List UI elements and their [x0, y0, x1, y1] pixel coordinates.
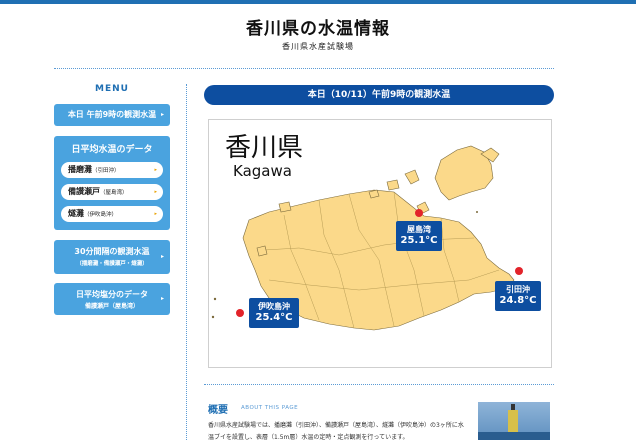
top-accent-bar	[0, 0, 636, 4]
menu-sub-label: 播磨灘	[68, 165, 92, 174]
site-title: 香川県の水温情報	[246, 19, 390, 39]
menu-interval-label: 30分間隔の観測水温	[74, 247, 150, 256]
station-temp: 25.1°C	[400, 235, 438, 246]
menu-salinity-button[interactable]: 日平均塩分のデータ 備讃瀬戸（屋島湾） ▸	[54, 283, 170, 315]
menu-interval-note: （播磨灘・備讃瀬戸・燧灘）	[76, 261, 148, 267]
station-tag-yashima: 屋島湾 25.1°C	[396, 221, 442, 251]
station-temp: 24.8°C	[499, 295, 537, 306]
menu-sub-label: 燧灘	[68, 209, 84, 218]
menu-sub-note: （屋島湾）	[100, 190, 128, 196]
about-heading-en: ABOUT THIS PAGE	[241, 405, 299, 411]
chevron-right-icon: ▸	[154, 211, 157, 217]
station-name: 引田沖	[506, 285, 530, 294]
menu-sub-label: 備讃瀬戸	[68, 187, 100, 196]
menu-sub-harima[interactable]: 播磨灘（引田沖） ▸	[61, 162, 163, 178]
menu-salinity-label: 日平均塩分のデータ	[76, 290, 148, 299]
menu-sub-bisan[interactable]: 備讃瀬戸（屋島湾） ▸	[61, 184, 163, 200]
map-title-en: Kagawa	[233, 162, 292, 180]
site-subtitle: 香川県水産試験場	[282, 42, 354, 51]
chevron-right-icon: ▸	[154, 167, 157, 173]
menu-today-observation-button[interactable]: 本日 午前9時の観測水温 ▸	[54, 104, 170, 126]
station-name: 伊吹島沖	[258, 302, 290, 311]
marker-hiketa	[515, 267, 523, 275]
section-divider	[204, 384, 554, 385]
menu-daily-average-group: 日平均水温のデータ 播磨灘（引田沖） ▸ 備讃瀬戸（屋島湾） ▸ 燧灘（伊吹島沖…	[54, 136, 170, 230]
menu-sub-note: （伊吹島沖）	[84, 212, 118, 218]
menu-sub-hiuchi[interactable]: 燧灘（伊吹島沖） ▸	[61, 206, 163, 222]
chevron-right-icon: ▸	[160, 295, 164, 302]
station-tag-ibuki: 伊吹島沖 25.4°C	[249, 298, 299, 328]
header-divider	[54, 68, 554, 69]
chevron-right-icon: ▸	[160, 253, 164, 260]
menu-daily-average-label: 日平均水温のデータ	[71, 145, 153, 155]
island-small-5	[278, 201, 292, 213]
map-title-jp: 香川県	[225, 133, 304, 163]
station-tag-hiketa: 引田沖 24.8°C	[495, 281, 541, 311]
sea-surface	[478, 432, 550, 440]
today-banner: 本日（10/11）午前9時の観測水温	[204, 85, 554, 105]
marker-ibuki	[236, 309, 244, 317]
chevron-right-icon: ▸	[154, 189, 157, 195]
menu-interval-observation-button[interactable]: 30分間隔の観測水温 （播磨灘・備讃瀬戸・燧灘） ▸	[54, 240, 170, 274]
about-text: 香川県水産試験場では、播磨灘（引田沖）、備讃瀬戸（屋島湾）、燧灘（伊吹島沖）の3…	[208, 422, 464, 441]
menu-sub-note: （引田沖）	[92, 168, 120, 174]
station-name: 屋島湾	[407, 225, 431, 234]
station-temp: 25.4°C	[255, 312, 293, 323]
column-divider	[186, 84, 187, 440]
map-panel: 香川県 Kagawa 屋島湾 25.1°C 引田沖 24.8°C 伊吹島沖 25…	[208, 119, 552, 368]
island-small-3	[386, 179, 400, 191]
marker-yashima	[415, 209, 423, 217]
menu-salinity-note: 備讃瀬戸（屋島湾）	[84, 303, 139, 310]
chevron-right-icon: ▸	[160, 111, 164, 118]
buoy-photo	[478, 402, 550, 440]
island-small-6	[256, 245, 268, 257]
island-small-2	[404, 169, 420, 185]
menu-title: MENU	[95, 84, 129, 94]
about-heading: 概要	[208, 405, 228, 416]
menu-today-label: 本日 午前9時の観測水温	[67, 110, 157, 119]
